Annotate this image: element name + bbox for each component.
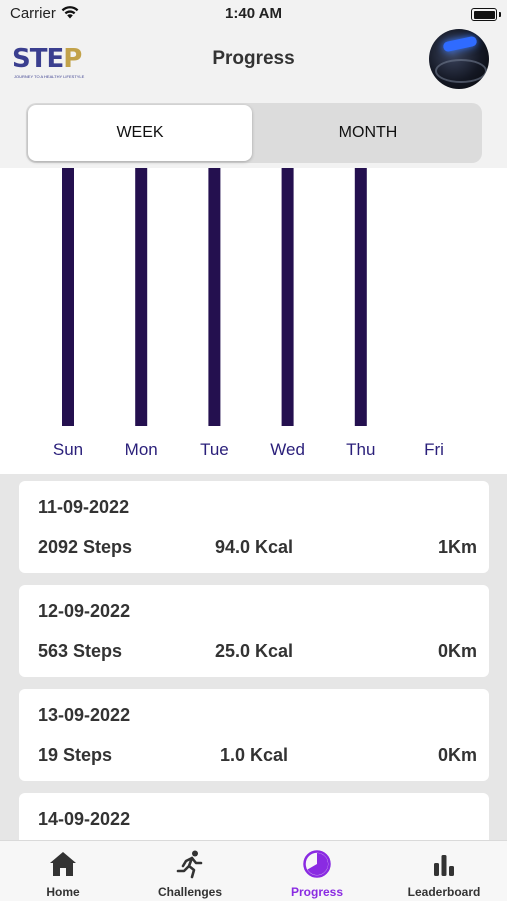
entry-distance: 0Km [437,641,477,661]
bar-sun [62,168,74,426]
bar-wed [281,168,294,426]
tab-leaderboard[interactable]: Leaderboard [381,841,507,901]
x-tick-label: Wed [270,440,305,459]
entry-date: 13-09-2022 [38,705,131,725]
tab-month[interactable]: MONTH [256,105,480,161]
running-icon [176,850,203,879]
tab-label: Home [46,885,80,899]
tab-label: Challenges [157,885,223,899]
x-tick-label: Tue [200,440,229,459]
tab-progress[interactable]: Progress [254,841,380,901]
tab-challenges[interactable]: Challenges [127,841,253,901]
tab-week[interactable]: WEEK [28,105,252,161]
entry-kcal: 25.0 Kcal [214,641,294,661]
bottom-tab-bar: Home Challenges Progress Leaderboard [0,840,507,901]
bar-chart: Sun Mon Tue Wed Thu Fri [53,168,444,459]
tab-label: Progress [290,885,344,899]
entry-date: 12-09-2022 [38,601,131,621]
list-item[interactable]: 12-09-2022 563 Steps 25.0 Kcal 0Km [19,585,489,677]
progress-icon [303,850,331,878]
weekly-steps-chart: Sun Mon Tue Wed Thu Fri [0,168,507,474]
period-segmented-control: WEEK MONTH [26,103,482,163]
daily-progress-list[interactable]: 11-09-2022 2092 Steps 94.0 Kcal 1Km 12-0… [0,474,507,840]
entry-kcal: 94.0 Kcal [214,537,294,557]
tab-label: Leaderboard [407,885,481,899]
entry-distance: 1Km [437,537,477,557]
bar-tue [208,168,221,426]
home-icon [50,852,76,876]
avatar[interactable] [429,29,489,89]
bar-thu [354,168,367,426]
entry-date: 14-09-2022 [38,809,131,829]
entry-distance: 0Km [437,745,477,765]
x-tick-label: Mon [125,440,158,459]
x-tick-label: Thu [346,440,375,459]
header: STEP JOURNEY TO A HEALTHY LIFESTYLE Prog… [0,28,507,92]
logo-tagline: JOURNEY TO A HEALTHY LIFESTYLE [14,74,85,79]
x-tick-label: Sun [53,440,83,459]
battery-icon [471,8,501,21]
leaderboard-icon [434,855,454,876]
list-item[interactable]: 13-09-2022 19 Steps 1.0 Kcal 0Km [19,689,489,781]
status-bar: Carrier 1:40 AM [0,0,507,30]
entry-date: 11-09-2022 [38,497,130,517]
list-item[interactable]: 14-09-2022 [19,793,489,840]
list-item[interactable]: 11-09-2022 2092 Steps 94.0 Kcal 1Km [19,481,489,573]
clock: 1:40 AM [225,5,282,22]
entry-kcal: 1.0 Kcal [219,745,289,765]
bar-mon [135,168,148,426]
x-tick-label: Fri [424,440,444,459]
tab-home[interactable]: Home [0,841,126,901]
